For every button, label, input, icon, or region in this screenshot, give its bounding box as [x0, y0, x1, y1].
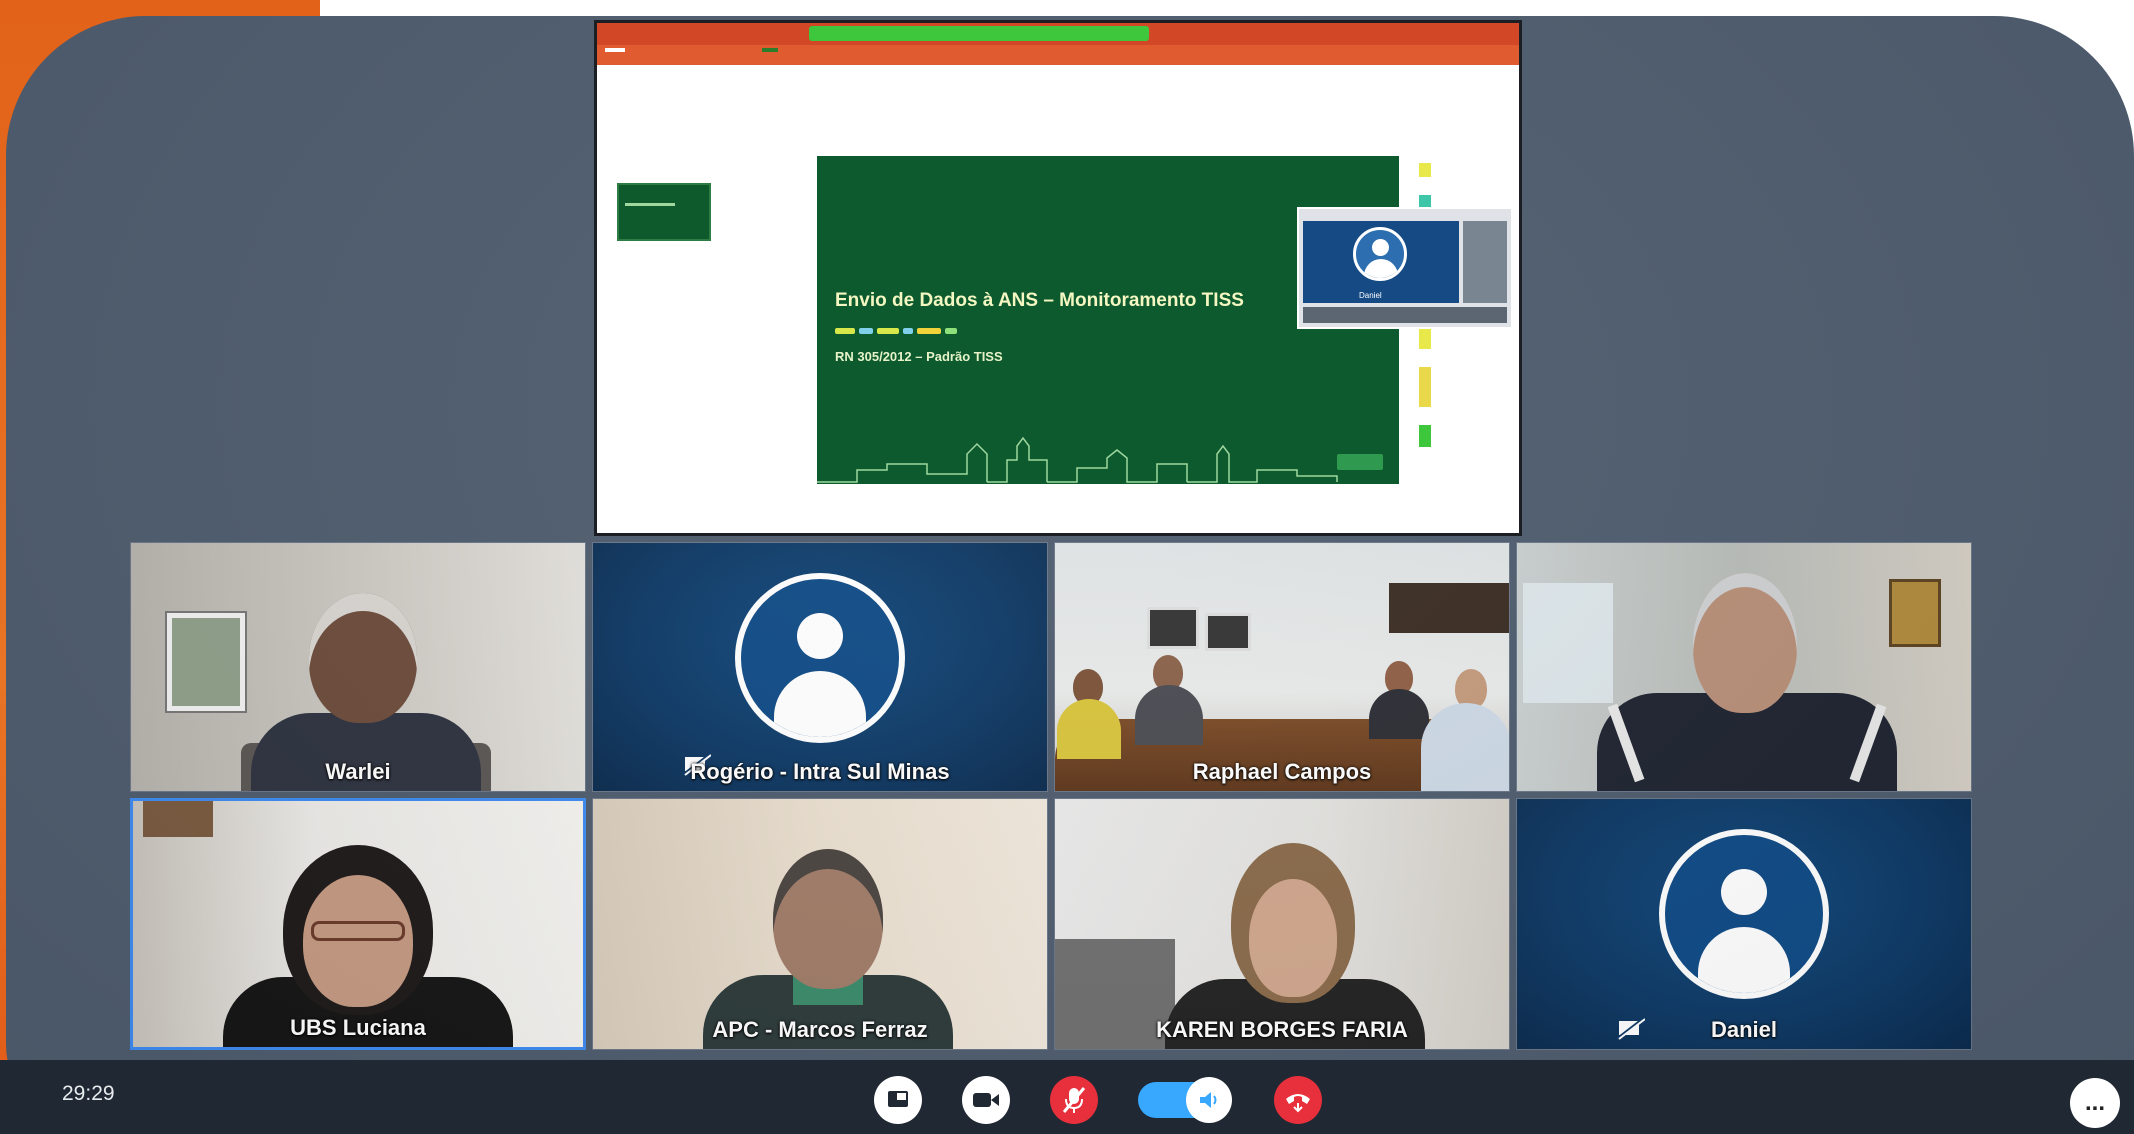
- participant-tile[interactable]: Warlei: [130, 542, 586, 792]
- person-body: [1135, 685, 1203, 745]
- mic-off-icon: [1062, 1087, 1086, 1113]
- participant-name: APC - Marcos Ferraz: [712, 1017, 928, 1042]
- participant-name: Warlei: [325, 759, 391, 784]
- mute-button[interactable]: [1050, 1076, 1098, 1124]
- present-button[interactable]: [762, 48, 779, 52]
- camera-icon: [973, 1093, 999, 1107]
- mini-video-thumbnail: [1463, 221, 1507, 303]
- slide-thumbnail[interactable]: [617, 183, 711, 241]
- ribbon-tab[interactable]: [605, 48, 625, 52]
- speaker-toggle[interactable]: [1138, 1077, 1232, 1123]
- slide-title: Envio de Dados à ANS – Monitoramento TIS…: [835, 290, 1244, 311]
- call-timer: 29:29: [62, 1082, 115, 1105]
- avatar-icon: [1659, 829, 1829, 999]
- participant-name: Daniel: [1710, 1017, 1778, 1042]
- participant-tile[interactable]: Daniel: [1516, 798, 1972, 1050]
- share-screen-icon: [888, 1091, 908, 1107]
- person-head: [309, 593, 417, 723]
- hang-up-icon: [1286, 1094, 1310, 1113]
- presentation-ribbon: [597, 45, 1519, 65]
- wall-frame: [167, 613, 245, 711]
- avatar-icon: [1353, 227, 1407, 281]
- window-light: [1523, 583, 1613, 703]
- participant-tile[interactable]: Raphael Campos: [1054, 542, 1510, 792]
- participant-name: Raphael Campos: [1192, 759, 1372, 784]
- person-head: [773, 849, 883, 989]
- slide-color-dots: [835, 321, 961, 339]
- hang-up-button[interactable]: [1274, 1076, 1322, 1124]
- wall-picture: [1889, 579, 1941, 647]
- sharing-indicator[interactable]: [809, 26, 1149, 41]
- glasses: [311, 921, 405, 941]
- wall-screen: [1147, 607, 1199, 649]
- participant-name: Rogério - Intra Sul Minas: [690, 759, 950, 784]
- skyline-illustration: [817, 436, 1338, 483]
- participant-tile[interactable]: [1516, 542, 1972, 792]
- slide-subtitle: RN 305/2012 – Padrão TISS: [835, 349, 1003, 364]
- participant-tile[interactable]: KAREN BORGES FARIA: [1054, 798, 1510, 1050]
- person-body: [1369, 689, 1429, 739]
- shelf: [143, 801, 213, 837]
- more-options-button[interactable]: ...: [2070, 1078, 2120, 1128]
- mini-video-label: Daniel: [1359, 291, 1382, 300]
- participant-tile-active-speaker[interactable]: UBS Luciana: [130, 798, 586, 1050]
- shared-screen[interactable]: Envio de Dados à ANS – Monitoramento TIS…: [594, 20, 1522, 536]
- person-face: [1249, 879, 1337, 997]
- person-body: [1057, 699, 1121, 759]
- camera-button[interactable]: [962, 1076, 1010, 1124]
- call-toolbar: 29:29 ...: [0, 1060, 2134, 1134]
- avatar-icon: [735, 573, 905, 743]
- share-screen-button[interactable]: [874, 1076, 922, 1124]
- speaker-toggle-knob: [1186, 1077, 1232, 1123]
- participant-name: UBS Luciana: [290, 1015, 426, 1040]
- meeting-window: Envio de Dados à ANS – Monitoramento TIS…: [6, 16, 2134, 1134]
- participant-name: KAREN BORGES FARIA: [1156, 1017, 1408, 1042]
- wall-screen: [1389, 583, 1509, 633]
- participant-tile[interactable]: APC - Marcos Ferraz: [592, 798, 1048, 1050]
- speaker-toggle-icon: [1200, 1092, 1217, 1108]
- person-face: [303, 875, 413, 1007]
- mini-video-strip: [1303, 307, 1507, 323]
- participant-tile[interactable]: Rogério - Intra Sul Minas: [592, 542, 1048, 792]
- mini-video-self: Daniel: [1303, 221, 1459, 303]
- slide-logo: [1337, 454, 1383, 470]
- more-options-icon: ...: [2084, 1089, 2105, 1116]
- mini-video-overlay[interactable]: Daniel: [1297, 207, 1513, 329]
- wall-screen: [1205, 613, 1251, 651]
- person-head: [1693, 573, 1797, 713]
- presentation-title-bar: [597, 23, 1519, 45]
